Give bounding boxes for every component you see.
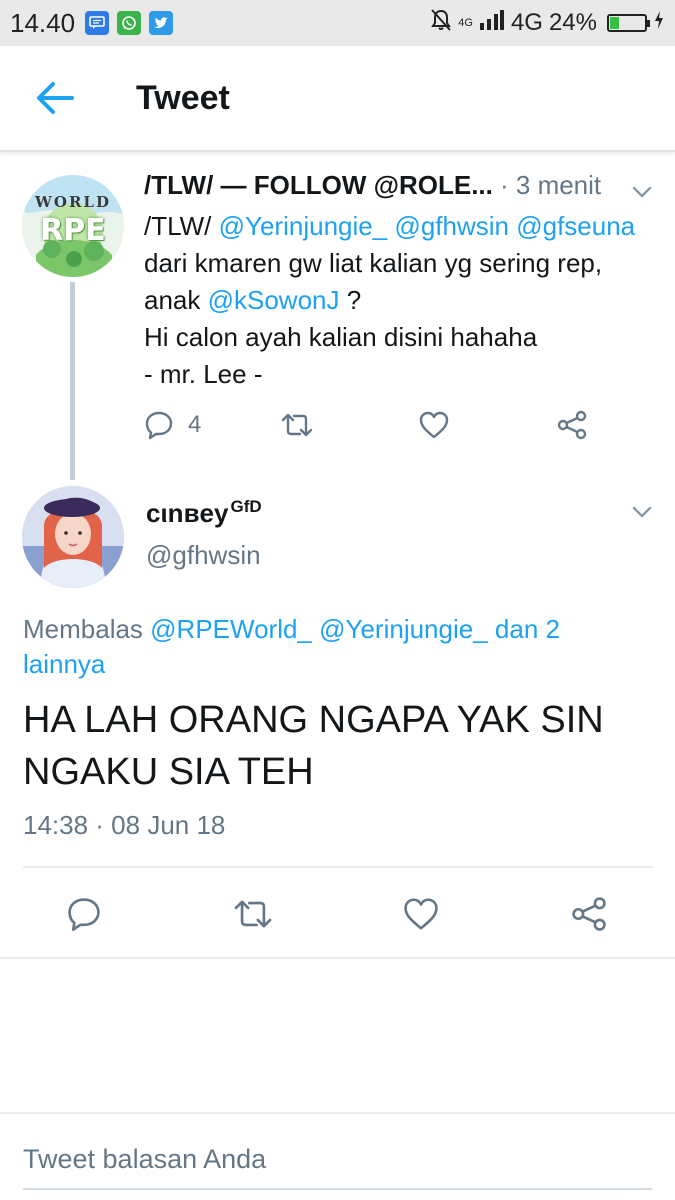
avatar-logo-text: RPE [40, 213, 106, 248]
retweet-button[interactable] [232, 888, 274, 940]
like-button[interactable] [418, 402, 450, 448]
mute-icon [430, 8, 452, 39]
retweet-icon [234, 900, 272, 928]
avatar[interactable] [22, 486, 124, 588]
battery-icon [607, 14, 650, 32]
network-small-label: 4G [458, 16, 473, 29]
heart-icon [419, 411, 449, 439]
replying-to: Membalas @RPEWorld_ @Yerinjungie_ dan 2 … [23, 612, 643, 682]
back-button[interactable] [0, 45, 110, 151]
tweet-actions [0, 888, 675, 940]
message-icon [85, 11, 110, 35]
author-name-text: cιnвey [146, 498, 229, 528]
tweet-text: /TLW/ @Yerinjungie_ @gfhwsin @gfseuna da… [144, 208, 654, 393]
tweet-text-line: /TLW/ @Yerinjungie_ @gfhwsin @gfseuna da… [144, 208, 654, 319]
reply-composer[interactable]: Tweet balasan Anda [0, 1112, 675, 1200]
author-name-superscript: GfD [230, 497, 262, 516]
divider [23, 866, 653, 868]
app-header: Tweet [0, 46, 675, 152]
status-bar: 14.40 4G 4G 24% [0, 0, 675, 46]
reply-count: 4 [188, 411, 202, 438]
like-button[interactable] [402, 888, 440, 940]
tweet-author-handle[interactable]: @gfhwsin [146, 540, 261, 571]
replying-to-prefix: Membalas [23, 614, 151, 644]
network-label: 4G [510, 9, 543, 36]
mention-link[interactable]: @gfseuna [516, 211, 635, 241]
status-indicators: 4G 4G 24% [430, 8, 665, 39]
charging-icon [653, 9, 665, 37]
text-span: ? [339, 285, 362, 315]
avatar-world-text: WORLD [35, 193, 111, 211]
tweet-time: · 3 menit [500, 170, 602, 200]
share-button[interactable] [570, 888, 608, 940]
reply-icon [145, 411, 173, 440]
tweet-text-line: Hi calon ayah kalian disini hahaha [144, 322, 538, 352]
text-span: /TLW/ [144, 211, 219, 241]
tweet-actions: 4 [144, 402, 604, 448]
whatsapp-icon [117, 11, 142, 35]
tweet-author-name[interactable]: cιnвey GfD [146, 497, 262, 529]
tweet-text: HA LAH ORANG NGAPA YAK SIN NGAKU SIA TEH [23, 699, 604, 793]
mention-link[interactable]: @gfhwsin [394, 211, 509, 241]
page-title: Tweet [136, 78, 230, 117]
tweet-text-line: - mr. Lee - [144, 359, 263, 389]
status-time: 14.40 [10, 7, 76, 38]
chevron-down-icon[interactable] [630, 180, 654, 204]
arrow-left-icon [37, 82, 74, 114]
heart-icon [404, 898, 438, 930]
twitter-icon [149, 11, 174, 35]
tweet-timestamp: 14:38 · 08 Jun 18 [23, 810, 226, 840]
mention-link[interactable]: @Yerinjungie_ [219, 211, 388, 241]
reply-icon [68, 898, 100, 931]
tweet-author-name[interactable]: /TLW/ — FOLLOW @ROLE... [144, 170, 493, 201]
share-button[interactable] [556, 402, 588, 448]
reply-button[interactable] [66, 888, 102, 940]
retweet-button[interactable] [280, 402, 314, 448]
share-icon [557, 410, 587, 440]
reply-input-placeholder[interactable]: Tweet balasan Anda [23, 1144, 266, 1175]
chevron-down-icon[interactable] [630, 500, 654, 524]
battery-percent: 24% [548, 9, 597, 36]
mention-link[interactable]: @kSowonJ [208, 285, 340, 315]
thread-line [70, 282, 75, 480]
retweet-icon [281, 413, 313, 437]
share-icon [572, 897, 606, 931]
input-underline [23, 1188, 652, 1190]
reply-button[interactable]: 4 [144, 402, 201, 448]
avatar[interactable]: WORLD RPE [22, 175, 124, 277]
signal-icon [479, 9, 505, 38]
divider [0, 957, 675, 959]
